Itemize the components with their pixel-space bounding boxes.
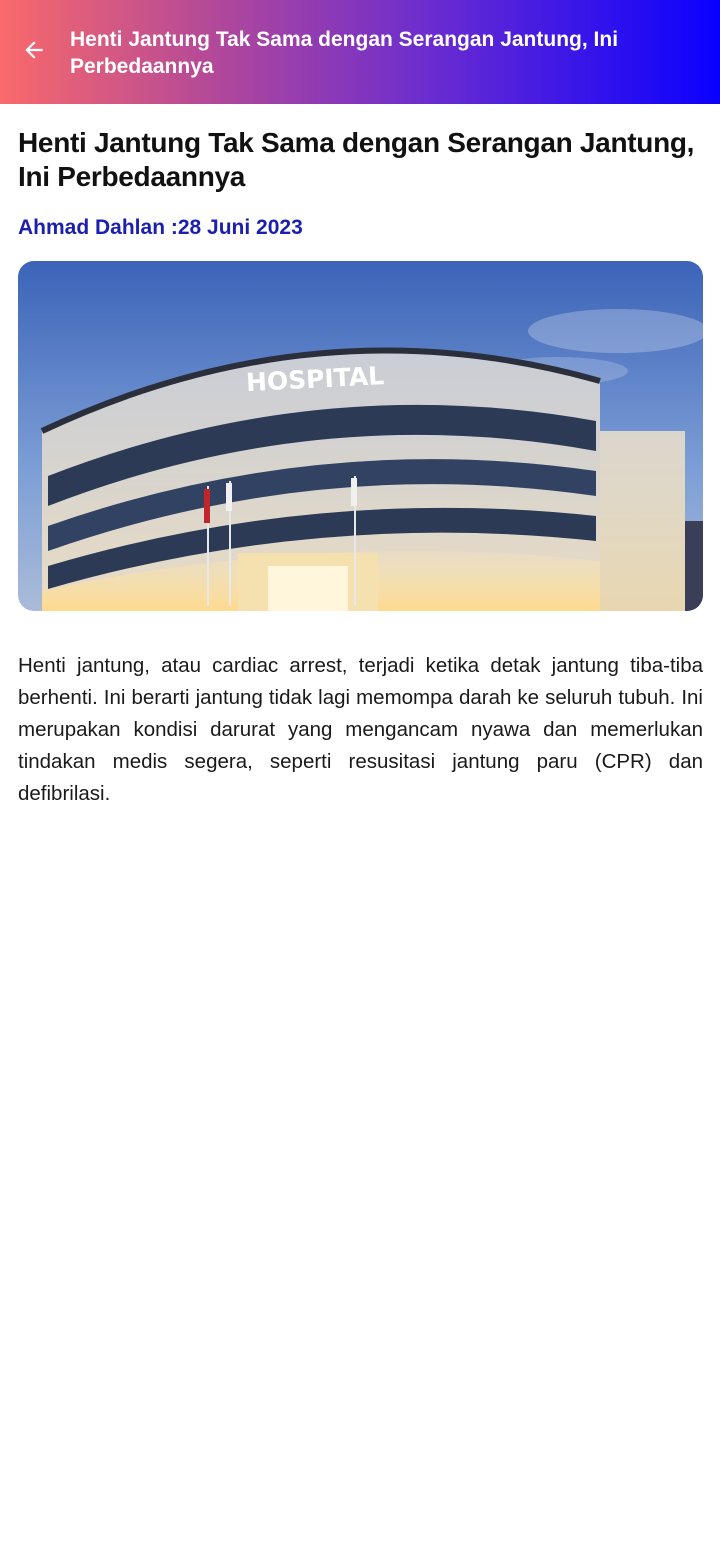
article-image: HOSPITAL bbox=[18, 261, 703, 611]
back-button[interactable] bbox=[14, 30, 54, 74]
article-title: Henti Jantung Tak Sama dengan Serangan J… bbox=[18, 127, 695, 192]
app-bar-title: Henti Jantung Tak Sama dengan Serangan J… bbox=[70, 28, 619, 78]
article-content: Henti Jantung Tak Sama dengan Serangan J… bbox=[18, 104, 703, 805]
article-byline: Ahmad Dahlan :28 Juni 2023 bbox=[18, 216, 303, 239]
arrow-left-icon bbox=[21, 37, 47, 68]
app-bar: Henti Jantung Tak Sama dengan Serangan J… bbox=[0, 0, 720, 104]
article-body: Henti jantung, atau cardiac arrest, terj… bbox=[18, 653, 703, 805]
